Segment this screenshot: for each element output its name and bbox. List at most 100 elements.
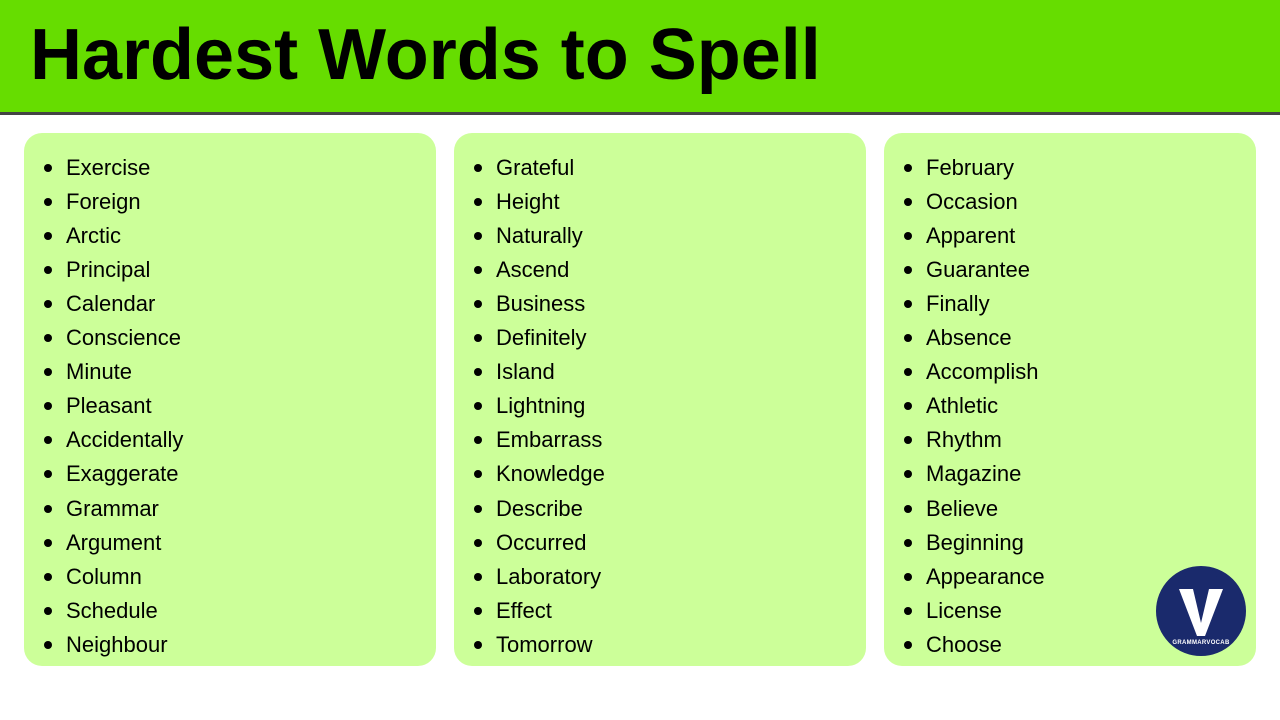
bullet-icon <box>474 300 482 308</box>
list-item: Laboratory <box>474 560 846 594</box>
word-label: Minute <box>66 355 132 389</box>
word-label: Embarrass <box>496 423 602 457</box>
list-item: Embarrass <box>474 423 846 457</box>
bullet-icon <box>44 573 52 581</box>
list-item: Grateful <box>474 151 846 185</box>
list-item: Tomorrow <box>474 628 846 662</box>
word-label: Naturally <box>496 219 583 253</box>
word-label: Occasion <box>926 185 1018 219</box>
word-list-col2: GratefulHeightNaturallyAscendBusinessDef… <box>454 133 866 666</box>
word-label: Pleasant <box>66 389 152 423</box>
list-item: Calendar <box>44 287 416 321</box>
list-item: Beginning <box>904 526 1236 560</box>
bullet-icon <box>474 505 482 513</box>
bullet-icon <box>474 573 482 581</box>
word-label: Calendar <box>66 287 155 321</box>
bullet-icon <box>44 641 52 649</box>
word-label: Arctic <box>66 219 121 253</box>
bullet-icon <box>474 607 482 615</box>
bullet-icon <box>904 436 912 444</box>
bullet-icon <box>44 539 52 547</box>
word-label: Beginning <box>926 526 1024 560</box>
bullet-icon <box>44 300 52 308</box>
word-label: Apparent <box>926 219 1015 253</box>
list-item: Believe <box>904 492 1236 526</box>
word-label: Ascend <box>496 253 569 287</box>
word-label: Effect <box>496 594 552 628</box>
word-label: Believe <box>926 492 998 526</box>
list-item: Column <box>44 560 416 594</box>
word-label: Exercise <box>66 151 150 185</box>
word-label: Conscience <box>66 321 181 355</box>
word-label: Accomplish <box>926 355 1038 389</box>
list-item: Knowledge <box>474 457 846 491</box>
word-label: Occurred <box>496 526 586 560</box>
list-item: Exercise <box>44 151 416 185</box>
word-label: Magazine <box>926 457 1021 491</box>
list-item: Height <box>474 185 846 219</box>
bullet-icon <box>44 436 52 444</box>
bullet-icon <box>474 232 482 240</box>
list-item: Occasion <box>904 185 1236 219</box>
word-label: Lightning <box>496 389 585 423</box>
bullet-icon <box>44 505 52 513</box>
word-label: Foreign <box>66 185 141 219</box>
word-label: Definitely <box>496 321 586 355</box>
list-item: Schedule <box>44 594 416 628</box>
list-item: Definitely <box>474 321 846 355</box>
bullet-icon <box>44 334 52 342</box>
list-item: Describe <box>474 492 846 526</box>
word-label: Grateful <box>496 151 574 185</box>
list-item: Neighbour <box>44 628 416 662</box>
col3-wrapper: FebruaryOccasionApparentGuaranteeFinally… <box>884 133 1256 666</box>
bullet-icon <box>904 539 912 547</box>
bullet-icon <box>44 607 52 615</box>
word-label: Rhythm <box>926 423 1002 457</box>
bullet-icon <box>904 198 912 206</box>
list-item: Exaggerate <box>44 457 416 491</box>
bullet-icon <box>474 164 482 172</box>
list-item: Naturally <box>474 219 846 253</box>
word-label: Neighbour <box>66 628 168 662</box>
list-item: February <box>904 151 1236 185</box>
list-item: Finally <box>904 287 1236 321</box>
list-item: Guarantee <box>904 253 1236 287</box>
bullet-icon <box>44 232 52 240</box>
word-label: Guarantee <box>926 253 1030 287</box>
header: Hardest Words to Spell <box>0 0 1280 115</box>
logo: GRAMMARVOCAB <box>1156 566 1246 656</box>
word-label: Appearance <box>926 560 1045 594</box>
bullet-icon <box>474 368 482 376</box>
list-item: Accomplish <box>904 355 1236 389</box>
list-item: Business <box>474 287 846 321</box>
page-title: Hardest Words to Spell <box>30 18 1250 94</box>
list-item: Island <box>474 355 846 389</box>
word-label: Argument <box>66 526 161 560</box>
list-item: Effect <box>474 594 846 628</box>
list-item: Athletic <box>904 389 1236 423</box>
list-item: Ascend <box>474 253 846 287</box>
list-item: Magazine <box>904 457 1236 491</box>
word-label: Laboratory <box>496 560 601 594</box>
logo-svg: GRAMMARVOCAB <box>1161 571 1241 651</box>
bullet-icon <box>904 368 912 376</box>
list-item: Arctic <box>44 219 416 253</box>
logo-circle: GRAMMARVOCAB <box>1156 566 1246 656</box>
word-label: February <box>926 151 1014 185</box>
list-item: Pleasant <box>44 389 416 423</box>
word-label: Exaggerate <box>66 457 179 491</box>
bullet-icon <box>904 470 912 478</box>
bullet-icon <box>904 266 912 274</box>
list-item: Minute <box>44 355 416 389</box>
bullet-icon <box>474 266 482 274</box>
list-item: Grammar <box>44 492 416 526</box>
list-item: Lightning <box>474 389 846 423</box>
bullet-icon <box>44 368 52 376</box>
svg-text:GRAMMARVOCAB: GRAMMARVOCAB <box>1172 640 1230 646</box>
bullet-icon <box>474 198 482 206</box>
list-item: Apparent <box>904 219 1236 253</box>
word-label: Grammar <box>66 492 159 526</box>
list-item: Accidentally <box>44 423 416 457</box>
bullet-icon <box>904 505 912 513</box>
bullet-icon <box>904 573 912 581</box>
